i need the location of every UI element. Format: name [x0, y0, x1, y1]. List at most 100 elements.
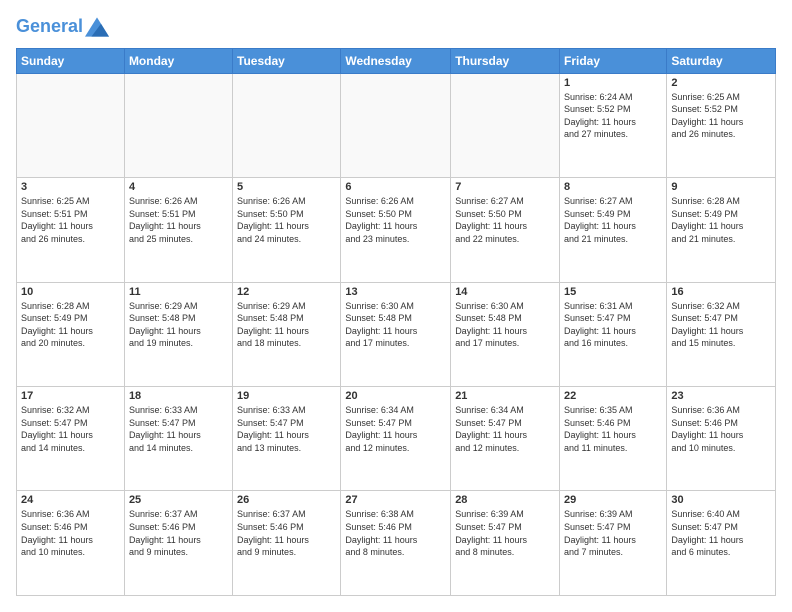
day-info: Sunrise: 6:24 AM Sunset: 5:52 PM Dayligh… [564, 91, 662, 141]
day-number: 29 [564, 494, 662, 506]
day-info: Sunrise: 6:39 AM Sunset: 5:47 PM Dayligh… [455, 508, 555, 558]
day-cell: 11 Sunrise: 6:29 AM Sunset: 5:48 PM Dayli… [124, 282, 232, 386]
day-number: 5 [237, 181, 336, 193]
day-number: 2 [671, 77, 771, 89]
day-info: Sunrise: 6:26 AM Sunset: 5:50 PM Dayligh… [237, 195, 336, 245]
day-number: 15 [564, 286, 662, 298]
day-cell: 20Sunrise: 6:34 AM Sunset: 5:47 PM Dayli… [341, 387, 451, 491]
day-cell: 29 Sunrise: 6:39 AM Sunset: 5:47 PM Dayli… [560, 491, 667, 596]
day-cell: 19 Sunrise: 6:33 AM Sunset: 5:47 PM Dayli… [233, 387, 341, 491]
week-row-0: 1 Sunrise: 6:24 AM Sunset: 5:52 PM Daylig… [17, 73, 776, 177]
day-cell: 28 Sunrise: 6:39 AM Sunset: 5:47 PM Dayli… [451, 491, 560, 596]
day-cell: 7 Sunrise: 6:27 AM Sunset: 5:50 PM Daylig… [451, 178, 560, 282]
day-cell: 18 Sunrise: 6:33 AM Sunset: 5:47 PM Dayli… [124, 387, 232, 491]
day-info: Sunrise: 6:39 AM Sunset: 5:47 PM Dayligh… [564, 508, 662, 558]
day-cell [233, 73, 341, 177]
day-info: Sunrise: 6:27 AM Sunset: 5:50 PM Dayligh… [455, 195, 555, 245]
week-row-1: 3Sunrise: 6:25 AM Sunset: 5:51 PM Daylig… [17, 178, 776, 282]
day-cell: 24 Sunrise: 6:36 AM Sunset: 5:46 PM Dayli… [17, 491, 125, 596]
day-cell: 15 Sunrise: 6:31 AM Sunset: 5:47 PM Dayli… [560, 282, 667, 386]
weekday-header-friday: Friday [560, 48, 667, 73]
day-number: 26 [237, 494, 336, 506]
day-cell: 25Sunrise: 6:37 AM Sunset: 5:46 PM Dayli… [124, 491, 232, 596]
day-number: 18 [129, 390, 228, 402]
day-info: Sunrise: 6:29 AM Sunset: 5:48 PM Dayligh… [129, 300, 228, 350]
day-cell: 30 Sunrise: 6:40 AM Sunset: 5:47 PM Dayli… [667, 491, 776, 596]
day-cell [124, 73, 232, 177]
day-cell: 21 Sunrise: 6:34 AM Sunset: 5:47 PM Dayli… [451, 387, 560, 491]
calendar-table: SundayMondayTuesdayWednesdayThursdayFrid… [16, 48, 776, 596]
day-number: 24 [21, 494, 120, 506]
day-cell: 6Sunrise: 6:26 AM Sunset: 5:50 PM Daylig… [341, 178, 451, 282]
day-info: Sunrise: 6:27 AM Sunset: 5:49 PM Dayligh… [564, 195, 662, 245]
day-cell: 3Sunrise: 6:25 AM Sunset: 5:51 PM Daylig… [17, 178, 125, 282]
day-info: Sunrise: 6:26 AM Sunset: 5:50 PM Dayligh… [345, 195, 446, 245]
day-number: 1 [564, 77, 662, 89]
day-number: 12 [237, 286, 336, 298]
day-number: 11 [129, 286, 228, 298]
day-cell [17, 73, 125, 177]
day-info: Sunrise: 6:35 AM Sunset: 5:46 PM Dayligh… [564, 404, 662, 454]
day-number: 7 [455, 181, 555, 193]
day-cell: 26 Sunrise: 6:37 AM Sunset: 5:46 PM Dayli… [233, 491, 341, 596]
day-number: 4 [129, 181, 228, 193]
day-cell: 5 Sunrise: 6:26 AM Sunset: 5:50 PM Daylig… [233, 178, 341, 282]
day-cell: 27 Sunrise: 6:38 AM Sunset: 5:46 PM Dayli… [341, 491, 451, 596]
day-number: 23 [671, 390, 771, 402]
logo-text: General [16, 16, 83, 38]
page: General SundayMondayTuesdayWednesdayThur… [0, 0, 792, 612]
day-info: Sunrise: 6:37 AM Sunset: 5:46 PM Dayligh… [237, 508, 336, 558]
day-cell: 10 Sunrise: 6:28 AM Sunset: 5:49 PM Dayli… [17, 282, 125, 386]
day-info: Sunrise: 6:32 AM Sunset: 5:47 PM Dayligh… [671, 300, 771, 350]
day-info: Sunrise: 6:30 AM Sunset: 5:48 PM Dayligh… [455, 300, 555, 350]
day-cell: 2 Sunrise: 6:25 AM Sunset: 5:52 PM Daylig… [667, 73, 776, 177]
weekday-header-wednesday: Wednesday [341, 48, 451, 73]
logo-icon [85, 17, 109, 37]
day-cell: 12Sunrise: 6:29 AM Sunset: 5:48 PM Dayli… [233, 282, 341, 386]
day-info: Sunrise: 6:34 AM Sunset: 5:47 PM Dayligh… [455, 404, 555, 454]
day-info: Sunrise: 6:40 AM Sunset: 5:47 PM Dayligh… [671, 508, 771, 558]
day-cell: 8 Sunrise: 6:27 AM Sunset: 5:49 PM Daylig… [560, 178, 667, 282]
day-number: 8 [564, 181, 662, 193]
day-number: 21 [455, 390, 555, 402]
day-cell: 16 Sunrise: 6:32 AM Sunset: 5:47 PM Dayli… [667, 282, 776, 386]
day-info: Sunrise: 6:25 AM Sunset: 5:52 PM Dayligh… [671, 91, 771, 141]
day-info: Sunrise: 6:31 AM Sunset: 5:47 PM Dayligh… [564, 300, 662, 350]
day-number: 20 [345, 390, 446, 402]
header: General [16, 16, 776, 38]
day-cell: 14 Sunrise: 6:30 AM Sunset: 5:48 PM Dayli… [451, 282, 560, 386]
week-row-2: 10 Sunrise: 6:28 AM Sunset: 5:49 PM Dayli… [17, 282, 776, 386]
day-info: Sunrise: 6:25 AM Sunset: 5:51 PM Dayligh… [21, 195, 120, 245]
day-number: 25 [129, 494, 228, 506]
logo: General [16, 16, 109, 38]
day-info: Sunrise: 6:36 AM Sunset: 5:46 PM Dayligh… [21, 508, 120, 558]
day-cell: 4Sunrise: 6:26 AM Sunset: 5:51 PM Daylig… [124, 178, 232, 282]
day-number: 9 [671, 181, 771, 193]
day-number: 28 [455, 494, 555, 506]
day-cell [341, 73, 451, 177]
day-number: 19 [237, 390, 336, 402]
day-cell: 1 Sunrise: 6:24 AM Sunset: 5:52 PM Daylig… [560, 73, 667, 177]
day-number: 13 [345, 286, 446, 298]
day-cell: 17Sunrise: 6:32 AM Sunset: 5:47 PM Dayli… [17, 387, 125, 491]
day-cell: 23 Sunrise: 6:36 AM Sunset: 5:46 PM Dayli… [667, 387, 776, 491]
day-info: Sunrise: 6:36 AM Sunset: 5:46 PM Dayligh… [671, 404, 771, 454]
day-info: Sunrise: 6:38 AM Sunset: 5:46 PM Dayligh… [345, 508, 446, 558]
day-cell: 22Sunrise: 6:35 AM Sunset: 5:46 PM Dayli… [560, 387, 667, 491]
week-row-3: 17Sunrise: 6:32 AM Sunset: 5:47 PM Dayli… [17, 387, 776, 491]
day-info: Sunrise: 6:33 AM Sunset: 5:47 PM Dayligh… [129, 404, 228, 454]
day-info: Sunrise: 6:28 AM Sunset: 5:49 PM Dayligh… [21, 300, 120, 350]
day-info: Sunrise: 6:30 AM Sunset: 5:48 PM Dayligh… [345, 300, 446, 350]
day-number: 14 [455, 286, 555, 298]
day-info: Sunrise: 6:33 AM Sunset: 5:47 PM Dayligh… [237, 404, 336, 454]
weekday-header-row: SundayMondayTuesdayWednesdayThursdayFrid… [17, 48, 776, 73]
week-row-4: 24 Sunrise: 6:36 AM Sunset: 5:46 PM Dayli… [17, 491, 776, 596]
day-cell: 9 Sunrise: 6:28 AM Sunset: 5:49 PM Daylig… [667, 178, 776, 282]
weekday-header-saturday: Saturday [667, 48, 776, 73]
day-info: Sunrise: 6:28 AM Sunset: 5:49 PM Dayligh… [671, 195, 771, 245]
day-number: 30 [671, 494, 771, 506]
day-number: 10 [21, 286, 120, 298]
day-number: 16 [671, 286, 771, 298]
day-info: Sunrise: 6:32 AM Sunset: 5:47 PM Dayligh… [21, 404, 120, 454]
day-number: 27 [345, 494, 446, 506]
